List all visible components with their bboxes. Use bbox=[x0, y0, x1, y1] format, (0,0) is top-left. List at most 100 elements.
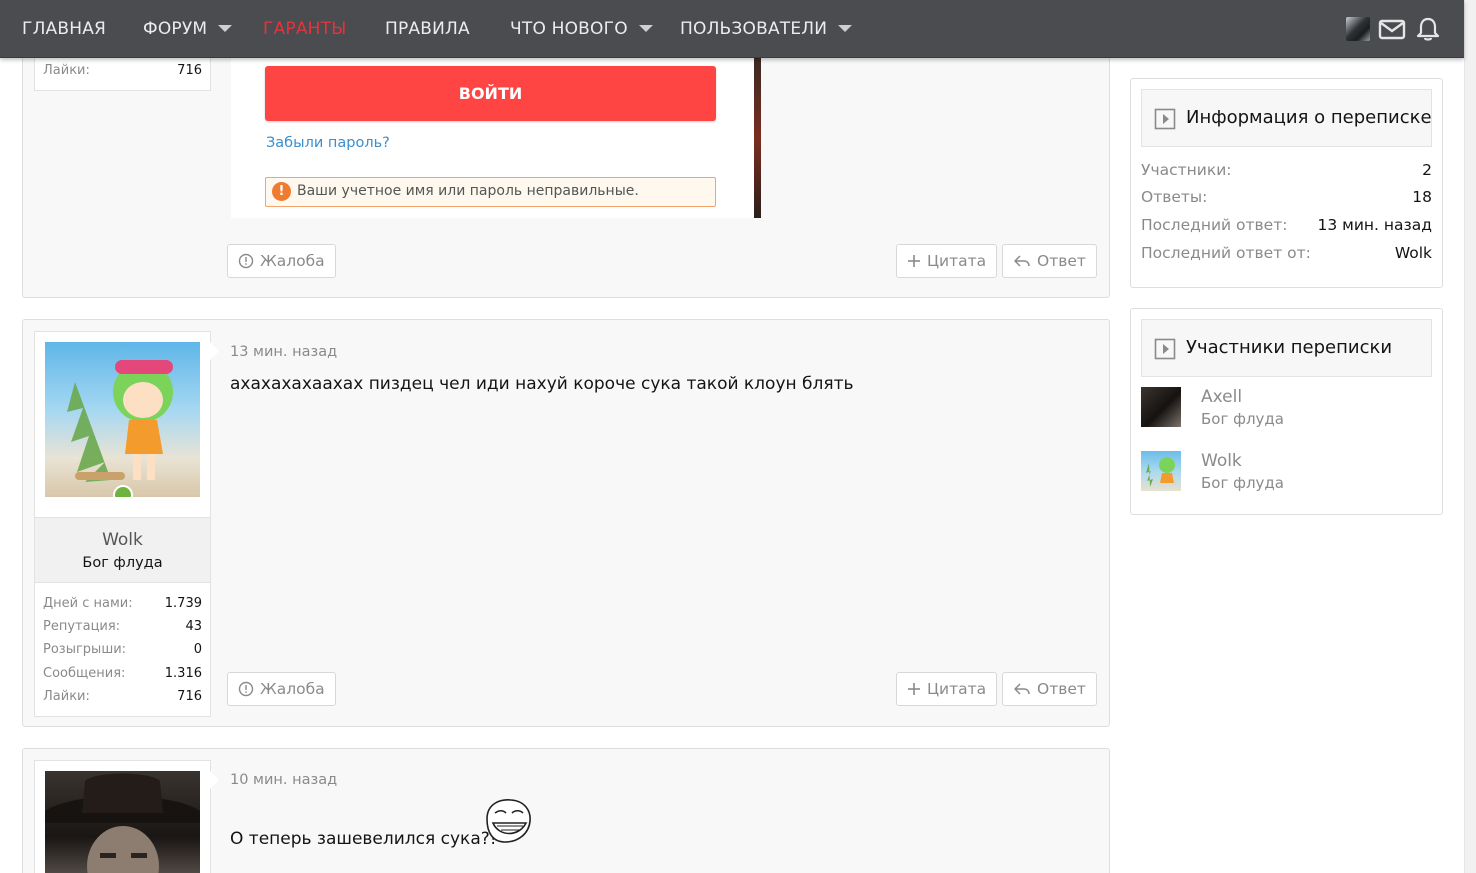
top-navbar: ГЛАВНАЯ ФОРУМ ГАРАНТЫ ПРАВИЛА ЧТО НОВОГО… bbox=[0, 0, 1464, 58]
post-message: ахахахахаахах пиздец чел иди нахуй короч… bbox=[230, 374, 854, 394]
participant-avatar[interactable] bbox=[1141, 387, 1181, 427]
chevron-down-icon[interactable] bbox=[638, 24, 653, 32]
report-button[interactable]: Жалоба bbox=[227, 244, 336, 278]
post-time[interactable]: 13 мин. назад bbox=[230, 344, 337, 360]
info-last-reply-by: Последний ответ от: Wolk bbox=[1141, 244, 1432, 266]
reply-label: Ответ bbox=[1037, 252, 1086, 270]
participants-header[interactable]: Участники переписки bbox=[1141, 319, 1432, 377]
info-value: 13 мин. назад bbox=[1317, 216, 1433, 234]
info-label: Последний ответ от: bbox=[1141, 244, 1311, 262]
plus-icon bbox=[908, 255, 920, 267]
stat-value: 716 bbox=[177, 63, 202, 78]
stat-label: Репутация: bbox=[43, 619, 121, 634]
info-value: 18 bbox=[1412, 188, 1432, 206]
avatar-figure-icon bbox=[1146, 457, 1175, 487]
envelope-icon[interactable] bbox=[1378, 16, 1406, 42]
nav-forum[interactable]: ФОРУМ bbox=[143, 0, 233, 58]
expand-toggle-icon[interactable] bbox=[1154, 108, 1176, 130]
info-last-reply: Последний ответ: 13 мин. назад bbox=[1141, 216, 1432, 238]
nav-rules[interactable]: ПРАВИЛА bbox=[385, 0, 470, 58]
participants-title: Участники переписки bbox=[1186, 337, 1393, 358]
info-label: Последний ответ: bbox=[1141, 216, 1288, 234]
page-scrollbar[interactable] bbox=[1464, 0, 1476, 873]
stat-value: 1.739 bbox=[164, 596, 202, 611]
avatar-cowboy-icon bbox=[45, 773, 200, 873]
info-replies: Ответы: 18 bbox=[1141, 188, 1432, 210]
stat-days: Дней с нами: 1.739 bbox=[43, 596, 202, 616]
thread-info-title: Информация о переписке bbox=[1186, 107, 1432, 128]
stat-label: Сообщения: bbox=[43, 666, 126, 681]
participant-name[interactable]: Wolk bbox=[1201, 451, 1242, 471]
report-label: Жалоба bbox=[260, 252, 325, 270]
reply-button[interactable]: Ответ bbox=[1002, 672, 1097, 706]
stat-label: Дней с нами: bbox=[43, 596, 133, 611]
stat-value: 1.316 bbox=[164, 666, 202, 681]
reply-button[interactable]: Ответ bbox=[1002, 244, 1097, 278]
post-previous: Лайки: 716 ВОЙТИ Забыли пароль? ! Ваши у… bbox=[22, 40, 1110, 298]
account-avatar[interactable] bbox=[1346, 17, 1370, 41]
expand-toggle-icon[interactable] bbox=[1154, 338, 1176, 360]
info-value[interactable]: Wolk bbox=[1395, 244, 1432, 262]
user-cell: Wolk Бог флуда Дней с нами: 1.739 Репутац… bbox=[34, 331, 211, 717]
nav-guarantors-label: ГАРАНТЫ bbox=[263, 19, 347, 39]
nav-users[interactable]: ПОЛЬЗОВАТЕЛИ bbox=[680, 0, 853, 58]
screenshot-error-text: Ваши учетное имя или пароль неправильные… bbox=[297, 183, 639, 199]
user-avatar[interactable] bbox=[45, 771, 200, 873]
reply-icon bbox=[1014, 255, 1030, 267]
chevron-down-icon[interactable] bbox=[838, 24, 853, 32]
stat-reputation: Репутация: 43 bbox=[43, 619, 202, 639]
report-icon bbox=[238, 253, 254, 269]
screenshot-edge bbox=[754, 58, 761, 218]
report-icon bbox=[238, 681, 254, 697]
post-axell: 10 мин. назад О теперь зашевелился сука?… bbox=[22, 748, 1110, 873]
nav-users-label: ПОЛЬЗОВАТЕЛИ bbox=[680, 19, 828, 39]
stat-label: Лайки: bbox=[43, 689, 90, 704]
nav-whats-new-label: ЧТО НОВОГО bbox=[510, 19, 628, 39]
stat-value: 43 bbox=[185, 619, 202, 634]
quote-label: Цитата bbox=[927, 680, 987, 698]
info-value: 2 bbox=[1422, 161, 1432, 179]
participant-title: Бог флуда bbox=[1201, 410, 1284, 428]
nav-guarantors[interactable]: ГАРАНТЫ bbox=[263, 0, 346, 58]
nav-forum-label: ФОРУМ bbox=[143, 19, 208, 39]
post-message: О теперь зашевелился сука?! bbox=[230, 829, 497, 849]
stat-value: 0 bbox=[193, 642, 202, 657]
participant-avatar[interactable] bbox=[1141, 451, 1181, 491]
info-label: Ответы: bbox=[1141, 188, 1208, 206]
stat-messages: Сообщения: 1.316 bbox=[43, 666, 202, 686]
participant-name[interactable]: Axell bbox=[1201, 387, 1242, 407]
quote-button[interactable]: Цитата bbox=[896, 244, 998, 278]
report-button[interactable]: Жалоба bbox=[227, 672, 336, 706]
stat-label: Лайки: bbox=[43, 63, 90, 78]
participant-item[interactable]: Axell Бог флуда bbox=[1141, 387, 1432, 433]
screenshot-error-box: ! Ваши учетное имя или пароль неправильн… bbox=[265, 177, 716, 207]
nav-whats-new[interactable]: ЧТО НОВОГО bbox=[510, 0, 653, 58]
reply-label: Ответ bbox=[1037, 680, 1086, 698]
avatar-figure-icon bbox=[67, 360, 173, 482]
user-avatar[interactable] bbox=[45, 342, 200, 497]
bell-icon[interactable] bbox=[1414, 16, 1442, 42]
nav-home[interactable]: ГЛАВНАЯ bbox=[22, 0, 106, 58]
warning-icon: ! bbox=[272, 182, 291, 201]
info-label: Участники: bbox=[1141, 161, 1232, 179]
user-name-block: Wolk Бог флуда bbox=[35, 517, 210, 583]
post-wolk: Wolk Бог флуда Дней с нами: 1.739 Репутац… bbox=[22, 319, 1110, 727]
participant-title: Бог флуда bbox=[1201, 474, 1284, 492]
screenshot-login-button: ВОЙТИ bbox=[265, 66, 716, 121]
username[interactable]: Wolk bbox=[35, 530, 210, 550]
thread-info-header[interactable]: Информация о переписке bbox=[1141, 89, 1432, 147]
chevron-down-icon[interactable] bbox=[218, 24, 233, 32]
attached-screenshot[interactable]: ВОЙТИ Забыли пароль? ! Ваши учетное имя … bbox=[231, 58, 761, 218]
nav-rules-label: ПРАВИЛА bbox=[385, 19, 470, 39]
nav-home-label: ГЛАВНАЯ bbox=[22, 19, 107, 39]
quote-label: Цитата bbox=[927, 252, 987, 270]
quote-button[interactable]: Цитата bbox=[896, 672, 998, 706]
screenshot-forgot-link: Забыли пароль? bbox=[266, 135, 390, 151]
post-time[interactable]: 10 мин. назад bbox=[230, 772, 337, 788]
stat-label: Розыгрыши: bbox=[43, 642, 127, 657]
plus-icon bbox=[908, 683, 920, 695]
stat-giveaways: Розыгрыши: 0 bbox=[43, 642, 202, 662]
participant-item[interactable]: Wolk Бог флуда bbox=[1141, 451, 1432, 497]
reply-icon bbox=[1014, 683, 1030, 695]
stat-likes: Лайки: 716 bbox=[43, 63, 202, 83]
